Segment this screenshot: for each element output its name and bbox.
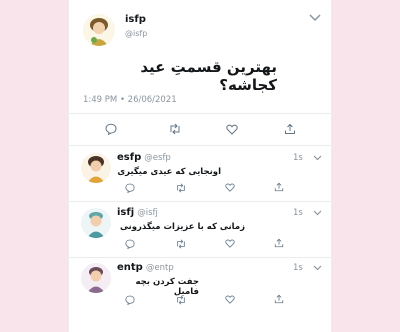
display-name[interactable]: esfp — [117, 152, 141, 163]
display-name[interactable]: isfj — [117, 207, 134, 218]
handle[interactable]: @entp — [146, 263, 174, 273]
avatar[interactable] — [81, 208, 111, 238]
avatar[interactable] — [83, 14, 115, 46]
share-icon[interactable] — [274, 182, 284, 192]
comment-icon[interactable] — [105, 123, 117, 135]
handle[interactable]: @isfj — [137, 208, 158, 218]
heart-icon[interactable] — [226, 124, 238, 135]
chevron-down-icon[interactable] — [313, 210, 322, 216]
retweet-icon[interactable] — [175, 239, 187, 249]
reply-header: entp @entp — [117, 262, 174, 273]
share-icon[interactable] — [274, 294, 284, 304]
chevron-down-icon[interactable] — [309, 14, 321, 22]
display-name[interactable]: entp — [117, 262, 143, 273]
tweet-thread-card: isfp @isfp بهترین قسمتِ عید کجاشه؟ 1:49 … — [68, 0, 332, 332]
reply-header: esfp @esfp — [117, 152, 171, 163]
chevron-down-icon[interactable] — [313, 155, 322, 161]
heart-icon[interactable] — [225, 295, 235, 304]
tweet-text: بهترین قسمتِ عید کجاشه؟ — [140, 58, 277, 94]
divider — [69, 201, 331, 202]
reply-time[interactable]: 1s — [293, 208, 303, 218]
chevron-down-icon[interactable] — [313, 265, 322, 271]
heart-icon[interactable] — [225, 239, 235, 248]
reply-header: isfj @isfj — [117, 207, 158, 218]
handle[interactable]: @esfp — [144, 153, 171, 163]
reply-text: اونجایی که عیدی میگیری — [117, 167, 221, 177]
reply-text: جفت کردن بچه فامیل — [135, 277, 199, 297]
share-icon[interactable] — [274, 238, 284, 248]
avatar[interactable] — [81, 263, 111, 293]
divider — [69, 257, 331, 258]
reply-time[interactable]: 1s — [293, 153, 303, 163]
retweet-icon[interactable] — [175, 295, 187, 305]
comment-icon[interactable] — [125, 295, 135, 305]
handle[interactable]: @isfp — [125, 29, 147, 38]
display-name[interactable]: isfp — [125, 14, 146, 25]
comment-icon[interactable] — [125, 239, 135, 249]
tweet-timestamp[interactable]: 1:49 PM • 26/06/2021 — [83, 95, 177, 105]
comment-icon[interactable] — [125, 183, 135, 193]
heart-icon[interactable] — [225, 183, 235, 192]
divider — [69, 145, 331, 146]
reply-time[interactable]: 1s — [293, 263, 303, 273]
reply-text: زمانی که با عزیزات میگذرونی — [119, 222, 245, 232]
avatar[interactable] — [81, 153, 111, 183]
share-icon[interactable] — [284, 123, 296, 135]
retweet-icon[interactable] — [168, 123, 182, 135]
retweet-icon[interactable] — [175, 183, 187, 193]
divider — [69, 113, 331, 114]
